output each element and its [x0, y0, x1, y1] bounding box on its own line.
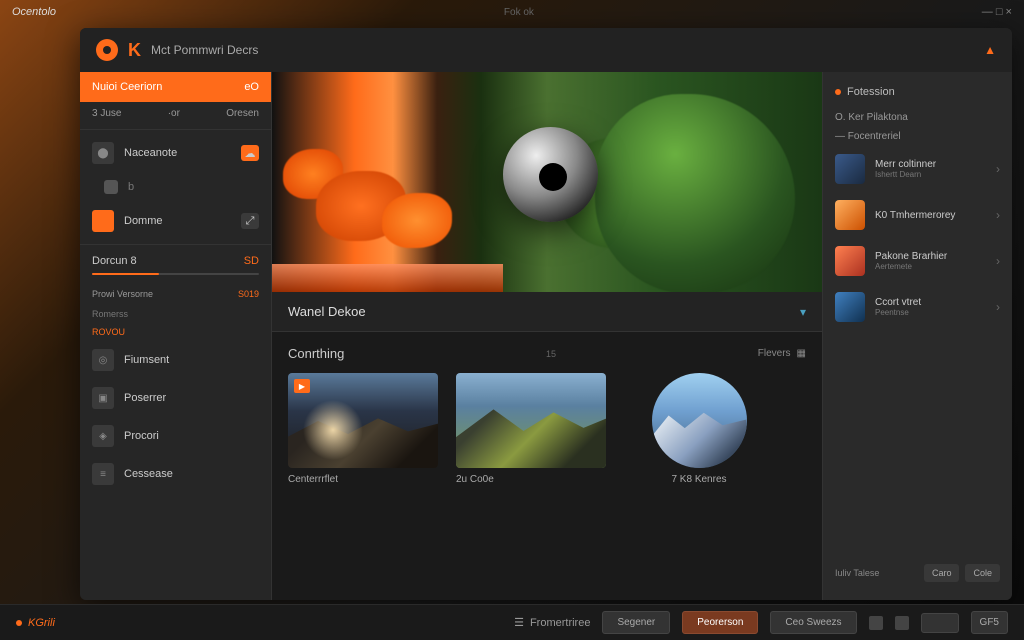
thumb-icon — [835, 200, 865, 230]
bottom-bar: KGrili ☰ Fromertriree Segener Peorerson … — [0, 604, 1024, 640]
sidebar-list-item[interactable]: ▣ Poserrer — [80, 379, 271, 417]
layers-icon: ◈ — [92, 425, 114, 447]
footer-button-primary[interactable]: Peorerson — [682, 611, 758, 634]
filter-mid: ·or — [168, 108, 180, 119]
right-panel: Fotession O. Ker Pilaktona — Focentrerie… — [822, 72, 1012, 600]
footer-button[interactable]: Segener — [602, 611, 670, 634]
sidebar-active-section[interactable]: Nuioi Ceeriorn eO — [80, 72, 271, 102]
duration-value: SD — [244, 255, 259, 267]
hero-title: Wanel Dekoe — [288, 304, 366, 319]
card-caption: 2u Co0e — [456, 468, 606, 485]
sidebar-list-item[interactable]: ◈ Procori — [80, 417, 271, 455]
panel-item[interactable]: Pakone Brarhier Aertemete › — [823, 238, 1012, 284]
folder-icon: ▣ — [92, 387, 114, 409]
settings-icon[interactable] — [869, 616, 883, 630]
cloud-icon: ☁ — [241, 145, 259, 161]
thumb-icon — [835, 246, 865, 276]
grid-icon: ▦ — [797, 348, 806, 359]
section-header: Conrthing 15 Flevers ▦ — [272, 332, 822, 369]
panel-footer-label: Iuliv Talese — [835, 568, 879, 578]
badge-icon: ▶ — [294, 379, 310, 393]
logo-icon — [96, 39, 118, 61]
panel-subtitle: O. Ker Pilaktona — [823, 108, 1012, 127]
sidebar-list-item[interactable]: ≡ Cessease — [80, 455, 271, 493]
thumb-icon — [835, 154, 865, 184]
panel-item[interactable]: K0 Tmhermerorey › — [823, 192, 1012, 238]
media-card[interactable]: ▶ Centerrrflet — [288, 373, 438, 485]
sidebar-sublabel: Romerss — [80, 305, 271, 323]
flame-icon: ▲ — [984, 43, 996, 57]
main-content: Wanel Dekoe ▾ Conrthing 15 Flevers ▦ ▶ C… — [272, 72, 822, 600]
square-icon — [104, 180, 118, 194]
panel-title: Fotession — [847, 86, 895, 98]
sidebar-list-item[interactable]: ◎ Fiumsent — [80, 341, 271, 379]
panel-btn[interactable]: Caro — [924, 564, 960, 582]
section-mid: 15 — [546, 349, 556, 359]
media-card[interactable]: 2u Co0e — [456, 373, 606, 485]
hero-image — [272, 72, 822, 292]
section-action[interactable]: Flevers ▦ — [758, 348, 806, 359]
target-icon: ◎ — [92, 349, 114, 371]
panel-item[interactable]: Merr coltinner Ishertt Dearn › — [823, 146, 1012, 192]
card-caption: 7 K8 Kenres — [624, 468, 774, 485]
expand-icon: ⤢ — [241, 213, 259, 229]
tool-icon[interactable] — [895, 616, 909, 630]
chevron-right-icon: › — [996, 162, 1000, 176]
app-header: K Mct Pommwri Decrs ▲ — [80, 28, 1012, 72]
sidebar-active-label: Nuioi Ceeriorn — [92, 81, 162, 93]
section-title: Conrthing — [288, 346, 344, 361]
sidebar-active-tag: eO — [244, 81, 259, 93]
os-brand: Ocentolo — [12, 6, 56, 18]
filter-right[interactable]: Oresen — [226, 108, 259, 119]
card-grid: ▶ Centerrrflet 2u Co0e 7 K8 Kenres — [272, 369, 822, 497]
sidebar: Nuioi Ceeriorn eO 3 Juse ·or Oresen ⬤ Na… — [80, 72, 272, 600]
duration-sub-row: Prowi Versorne S019 — [80, 283, 271, 305]
sidebar-item-label: Naceanote — [124, 147, 177, 159]
sidebar-item-label: Domme — [124, 215, 163, 227]
sidebar-sublink[interactable]: ROVOU — [80, 323, 271, 341]
panel-footer: Iuliv Talese Caro Cole — [823, 556, 1012, 590]
duration-row: Dorcun 8 SD — [80, 249, 271, 273]
panel-title-row: Fotession — [823, 82, 1012, 108]
app-title: Mct Pommwri Decrs — [151, 43, 258, 57]
list-icon: ☰ — [514, 616, 524, 629]
hero-meta-bar: Wanel Dekoe ▾ — [272, 292, 822, 332]
orange-thumb-icon — [92, 210, 114, 232]
chevron-down-icon[interactable]: ▾ — [800, 305, 806, 319]
panel-btn[interactable]: Cole — [965, 564, 1000, 582]
window-controls[interactable]: — □ × — [982, 6, 1012, 18]
chevron-right-icon: › — [996, 254, 1000, 268]
dot-icon — [835, 89, 841, 95]
filter-left: 3 Juse — [92, 108, 121, 119]
duration-slider[interactable] — [92, 273, 259, 275]
sidebar-item-domme[interactable]: Domme ⤢ — [80, 202, 271, 240]
card-caption: Centerrrflet — [288, 468, 438, 485]
sidebar-item-sub[interactable]: b — [80, 172, 271, 202]
app-window: K Mct Pommwri Decrs ▲ Nuioi Ceeriorn eO … — [80, 28, 1012, 600]
list-icon: ≡ — [92, 463, 114, 485]
panel-item[interactable]: Ccort vtret Peentnse › — [823, 284, 1012, 330]
dot-icon — [16, 620, 22, 626]
footer-button[interactable]: Ceo Sweezs — [770, 611, 856, 634]
chevron-right-icon: › — [996, 300, 1000, 314]
sidebar-filter-row: 3 Juse ·or Oresen — [80, 102, 271, 125]
footer-pill[interactable] — [921, 613, 959, 633]
sidebar-item-naceanote[interactable]: ⬤ Naceanote ☁ — [80, 134, 271, 172]
chevron-right-icon: › — [996, 208, 1000, 222]
footer-link[interactable]: ☰ Fromertriree — [514, 616, 590, 629]
media-card[interactable]: 7 K8 Kenres — [624, 373, 774, 485]
logo-letter: K — [128, 40, 141, 61]
thumb-icon — [835, 292, 865, 322]
user-icon: ⬤ — [92, 142, 114, 164]
os-titlebar: Ocentolo Fok ok — □ × — [0, 0, 1024, 24]
footer-button[interactable]: GF5 — [971, 611, 1008, 634]
os-title: Fok ok — [504, 7, 534, 18]
footer-brand: KGrili — [16, 617, 55, 629]
panel-subtitle: — Focentreriel — [823, 127, 1012, 146]
duration-label: Dorcun 8 — [92, 255, 137, 267]
